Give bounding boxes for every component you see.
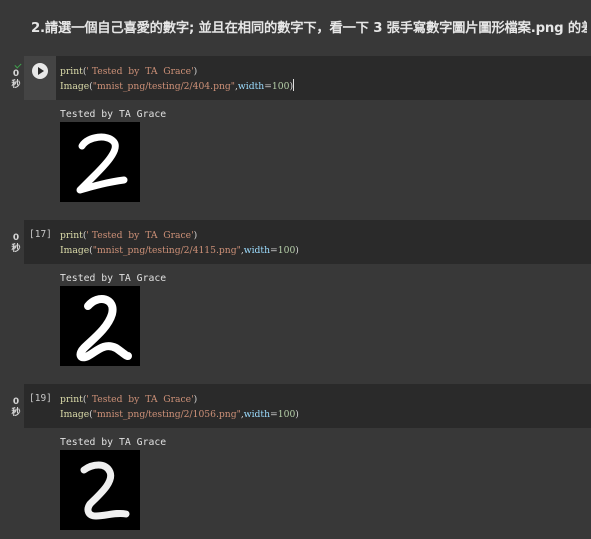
play-icon xyxy=(38,67,44,75)
markdown-heading: 2.請選一個自己喜愛的數字; 並且在相同的數字下，看一下 3 張手寫數字圖片圖形… xyxy=(31,21,587,36)
code-token: ) xyxy=(193,394,198,405)
code-token: ' Tested by TA Grace' xyxy=(86,394,194,405)
code-token: ) xyxy=(193,230,198,241)
code-cell-3[interactable]: 0 秒 [19] print(' Tested by TA Grace') Im… xyxy=(0,384,591,534)
exec-time-unit: 秒 xyxy=(11,80,21,90)
exec-time-value: 0 xyxy=(12,397,20,407)
code-token: ) xyxy=(295,409,299,420)
code-text[interactable]: print(' Tested by TA Grace') Image("mnis… xyxy=(60,392,299,422)
code-cell-2[interactable]: 0 秒 [17] print(' Tested by TA Grace') Im… xyxy=(0,220,591,370)
code-editor[interactable]: [19] print(' Tested by TA Grace') Image(… xyxy=(24,384,591,428)
code-token: = xyxy=(270,409,278,420)
code-token: Image xyxy=(60,409,90,420)
run-cell-button[interactable] xyxy=(32,63,48,79)
run-cell-area xyxy=(24,56,56,100)
text-cursor xyxy=(293,79,295,91)
code-token: 100 xyxy=(277,409,296,420)
code-token: print xyxy=(60,394,83,405)
code-token: print xyxy=(60,66,83,77)
digit-image xyxy=(60,450,140,530)
code-text[interactable]: print(' Tested by TA Grace') Image("mnis… xyxy=(60,228,299,258)
cell-output-text: Tested by TA Grace xyxy=(60,109,167,120)
code-text[interactable]: print(' Tested by TA Grace') Image("mnis… xyxy=(60,64,295,94)
code-token: = xyxy=(270,245,278,256)
code-token: 100 xyxy=(277,245,296,256)
digit-2-glyph xyxy=(76,295,132,362)
exec-time-unit: 秒 xyxy=(11,244,21,254)
code-editor[interactable]: [17] print(' Tested by TA Grace') Image(… xyxy=(24,220,591,264)
code-token: Image xyxy=(60,245,90,256)
code-token: "mnist_png/testing/2/1056.png" xyxy=(92,409,241,420)
exec-time-value: 0 xyxy=(12,233,20,243)
code-token: width xyxy=(237,81,265,92)
cell-output-text: Tested by TA Grace xyxy=(60,273,167,284)
digit-image xyxy=(60,122,140,202)
exec-time-unit: 秒 xyxy=(11,408,21,418)
code-token: width xyxy=(243,409,271,420)
cell-output-text: Tested by TA Grace xyxy=(60,437,167,448)
cell-status: 0 秒 xyxy=(0,384,24,428)
code-token: print xyxy=(60,230,83,241)
code-token: 100 xyxy=(271,81,290,92)
code-editor[interactable]: print(' Tested by TA Grace') Image("mnis… xyxy=(24,56,591,100)
code-cell-1[interactable]: 0 秒 print(' Tested by TA Grace') Image("… xyxy=(0,56,591,206)
code-token: ' Tested by TA Grace' xyxy=(86,66,194,77)
code-token: "mnist_png/testing/2/404.png" xyxy=(92,81,235,92)
code-token: width xyxy=(243,245,271,256)
code-token: "mnist_png/testing/2/4115.png" xyxy=(92,245,241,256)
digit-2-glyph xyxy=(80,461,130,520)
code-token: Image xyxy=(60,81,90,92)
digit-image xyxy=(60,286,140,366)
exec-time-value: 0 xyxy=(12,69,20,79)
code-token: ' Tested by TA Grace' xyxy=(86,230,194,241)
cell-status: 0 秒 xyxy=(0,56,24,100)
code-token: ) xyxy=(295,245,299,256)
check-icon xyxy=(14,61,22,69)
execution-count: [17] xyxy=(29,229,52,240)
code-token: = xyxy=(264,81,272,92)
execution-count: [19] xyxy=(29,393,52,404)
digit-2-glyph xyxy=(76,133,128,194)
code-token: ) xyxy=(193,66,198,77)
cell-status: 0 秒 xyxy=(0,220,24,264)
